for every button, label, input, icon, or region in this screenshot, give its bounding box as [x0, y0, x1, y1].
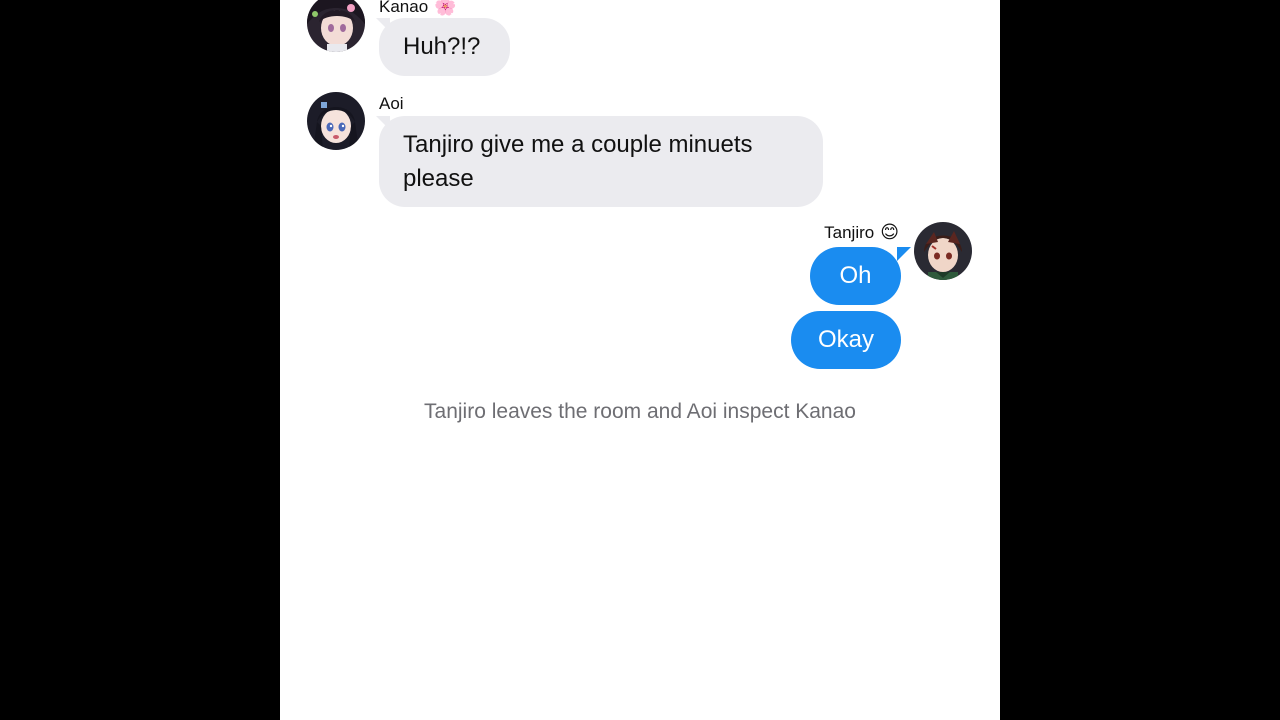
sender-name-text: Aoi: [379, 94, 404, 113]
bubble-tail: [897, 247, 911, 261]
chat-panel: Kanao 🌸 Huh?!? Aoi Tanjiro give me a cou…: [280, 0, 1000, 720]
aoi-avatar[interactable]: [307, 92, 365, 150]
cherry-blossom-emoji: 🌸: [434, 0, 457, 17]
sender-name: Kanao 🌸: [379, 0, 457, 17]
message-bubble[interactable]: Tanjiro give me a couple minuets please: [379, 116, 823, 207]
sender-name: Tanjiro 😊: [824, 223, 899, 243]
message-bubble[interactable]: Oh: [810, 247, 901, 305]
smiling-face-emoji: 😊: [880, 222, 899, 243]
tanjiro-avatar[interactable]: [914, 222, 972, 280]
kanao-avatar[interactable]: [307, 0, 365, 52]
narration-text: Tanjiro leaves the room and Aoi inspect …: [424, 400, 856, 423]
message-bubble[interactable]: Okay: [791, 311, 901, 369]
message-bubble[interactable]: Huh?!?: [379, 18, 510, 76]
sender-name-text: Tanjiro: [824, 223, 875, 242]
sender-name-text: Kanao: [379, 0, 429, 16]
sender-name: Aoi: [379, 94, 404, 114]
